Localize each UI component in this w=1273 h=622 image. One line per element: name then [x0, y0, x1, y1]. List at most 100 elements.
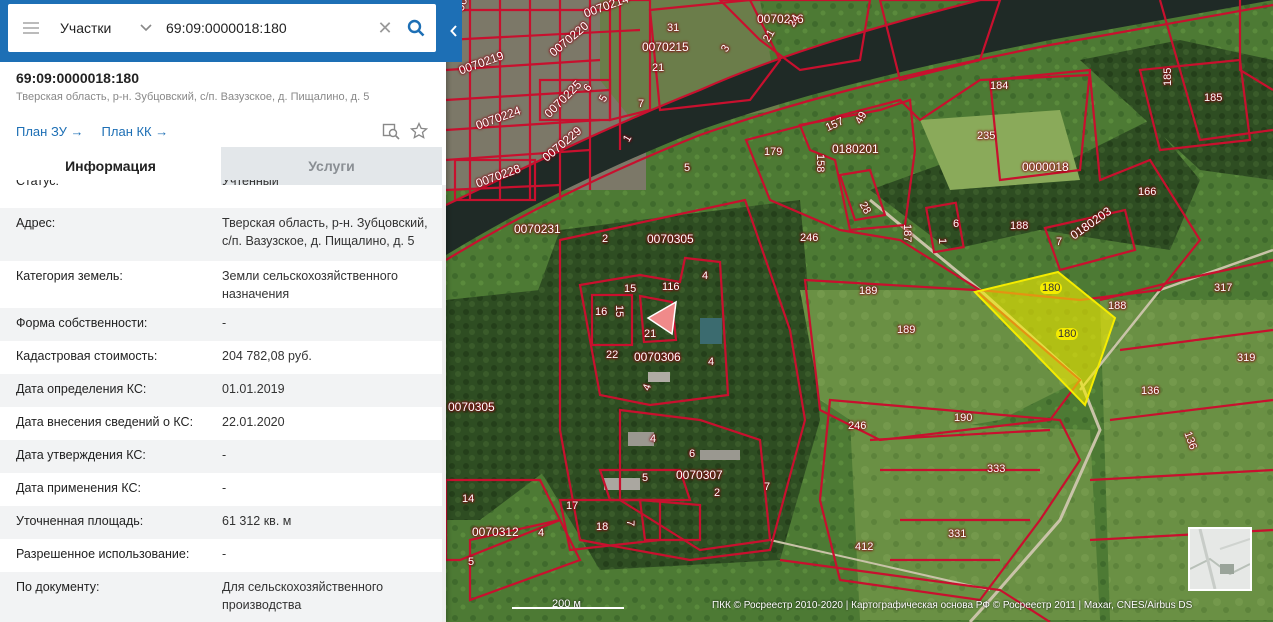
star-icon[interactable]	[410, 122, 428, 140]
info-row: Категория земель: Земли сельскохозяйствен…	[0, 261, 442, 308]
info-value: -	[222, 448, 227, 462]
cadastral-label[interactable]: 31	[665, 22, 681, 34]
info-key: Форма собственности:	[16, 316, 148, 330]
info-key: Уточненная площадь:	[16, 514, 144, 528]
cadastral-label[interactable]: 7	[624, 518, 636, 528]
cadastral-label[interactable]: 188	[1106, 300, 1128, 312]
cadastral-label[interactable]: 0070231	[512, 222, 563, 236]
menu-icon[interactable]	[8, 4, 54, 52]
cadastral-label[interactable]: 17	[564, 500, 580, 512]
cadastral-label[interactable]: 187	[901, 222, 913, 244]
cadastral-label[interactable]: 2	[600, 233, 610, 245]
cadastral-label[interactable]: 14	[460, 493, 476, 505]
cadastral-label[interactable]: 179	[762, 146, 784, 158]
cadastral-label[interactable]: 18	[594, 521, 610, 533]
parcel-number: 69:09:0000018:180	[16, 70, 139, 86]
info-key: Дата внесения сведений о КС:	[16, 415, 194, 429]
search-bar: Участки ✕	[0, 0, 462, 62]
info-row: Форма собственности: -	[0, 308, 442, 341]
scale-bar	[512, 607, 624, 609]
minimap-thumbnail-icon	[1189, 528, 1251, 590]
cadastral-label[interactable]: 2	[712, 487, 722, 499]
cadastral-label[interactable]: 0000018	[1020, 160, 1071, 174]
cadastral-label[interactable]: 189	[857, 285, 879, 297]
cadastral-label[interactable]: 190	[952, 412, 974, 424]
cadastral-label[interactable]: 180	[1056, 328, 1079, 340]
cadastral-label[interactable]: 7	[636, 98, 646, 110]
search-icon	[407, 19, 425, 37]
search-type-label: Участки	[60, 20, 112, 36]
info-value: 22.01.2020	[222, 415, 285, 429]
cadastral-label[interactable]: 246	[846, 420, 868, 432]
cadastral-label[interactable]: 0180201	[830, 142, 881, 156]
scrollbar[interactable]	[442, 185, 446, 622]
cadastral-label[interactable]: 188	[1008, 220, 1030, 232]
cadastral-label[interactable]: 0070305	[446, 400, 497, 414]
cadastral-label[interactable]: 185	[1202, 92, 1224, 104]
cadastral-label[interactable]: 1	[936, 236, 948, 246]
map-attribution: ПКК © Росреестр 2010-2020 | Картографиче…	[712, 600, 1193, 611]
cadastral-label[interactable]: 189	[895, 324, 917, 336]
cadastral-label[interactable]: 4	[536, 527, 546, 539]
search-button[interactable]	[396, 4, 436, 52]
cadastral-label[interactable]: 412	[853, 541, 875, 553]
zoom-to-parcel-icon[interactable]	[382, 122, 400, 140]
info-key: Статус:	[16, 180, 59, 188]
search-box: Участки ✕	[8, 4, 436, 52]
cadastral-label[interactable]: 136	[1139, 385, 1161, 397]
cadastral-label[interactable]: 246	[798, 232, 820, 244]
cadastral-label[interactable]: 166	[1136, 186, 1158, 198]
cadastral-label[interactable]: 21	[642, 328, 658, 340]
cadastral-label[interactable]: 15	[622, 283, 638, 295]
cadastral-label[interactable]: 180	[1040, 282, 1063, 294]
cadastral-label[interactable]: 22	[604, 349, 620, 361]
info-panel: Участки ✕ 69:09:0000018:180 Тверская обл…	[0, 0, 462, 622]
info-value: Тверская область, р-н. Зубцовский, с/п. …	[222, 216, 428, 248]
cadastral-label[interactable]: 116	[660, 281, 682, 293]
cadastral-label[interactable]: 0070305	[645, 232, 696, 246]
search-input[interactable]	[160, 4, 374, 52]
clear-icon[interactable]: ✕	[374, 4, 396, 52]
plan-kk-link[interactable]: План КК →	[102, 124, 169, 139]
cadastral-label[interactable]: 6	[687, 448, 697, 460]
info-row: Дата применения КС: -	[0, 473, 442, 506]
cadastral-label[interactable]: 4	[700, 270, 710, 282]
cadastral-label[interactable]: 185	[1162, 66, 1174, 88]
search-type-select[interactable]: Участки	[54, 4, 160, 52]
info-row: Дата внесения сведений о КС: 22.01.2020	[0, 407, 442, 440]
cadastral-label[interactable]: 235	[975, 130, 997, 142]
info-row: Уточненная площадь: 61 312 кв. м	[0, 506, 442, 539]
plan-zu-link[interactable]: План ЗУ →	[16, 124, 84, 139]
info-value: Земли сельскохозяйственного назначения	[222, 269, 398, 301]
info-key: Кадастровая стоимость:	[16, 349, 158, 363]
cadastral-label[interactable]: 4	[648, 433, 658, 445]
info-row: По документу: Для сельскохозяйственного п…	[0, 572, 442, 622]
info-list: Статус: Учтенный Адрес: Тверская область, р…	[0, 180, 442, 622]
cadastral-label[interactable]: 331	[946, 528, 968, 540]
cadastral-label[interactable]: 319	[1235, 352, 1257, 364]
cadastral-label[interactable]: 7	[1054, 236, 1064, 248]
cadastral-label[interactable]: 0070312	[470, 525, 521, 539]
cadastral-label[interactable]: 16	[593, 306, 609, 318]
cadastral-label[interactable]: 158	[814, 152, 826, 174]
cadastral-label[interactable]: 7	[762, 481, 772, 493]
cadastral-label[interactable]: 317	[1212, 282, 1234, 294]
cadastral-label[interactable]: 6	[951, 218, 961, 230]
collapse-panel-button[interactable]	[446, 0, 462, 62]
cadastral-label[interactable]: 21	[650, 62, 666, 74]
info-value: Учтенный	[222, 180, 279, 188]
cadastral-label[interactable]: 15	[613, 303, 625, 319]
cadastral-label[interactable]: 4	[706, 356, 716, 368]
minimap-button[interactable]	[1188, 527, 1252, 591]
info-key: Дата утверждения КС:	[16, 448, 146, 462]
cadastral-label[interactable]: 5	[640, 472, 650, 484]
cadastral-label[interactable]: 0070307	[674, 468, 725, 482]
cadastral-label[interactable]: 5	[682, 162, 692, 174]
cadastral-label[interactable]: 184	[988, 80, 1010, 92]
cadastral-label[interactable]: 5	[466, 556, 476, 568]
chevron-left-icon	[450, 25, 457, 37]
info-key: Категория земель:	[16, 269, 123, 283]
cadastral-label[interactable]: 0070215	[640, 40, 691, 54]
cadastral-label[interactable]: 333	[985, 463, 1007, 475]
cadastral-label[interactable]: 0070306	[632, 350, 683, 364]
